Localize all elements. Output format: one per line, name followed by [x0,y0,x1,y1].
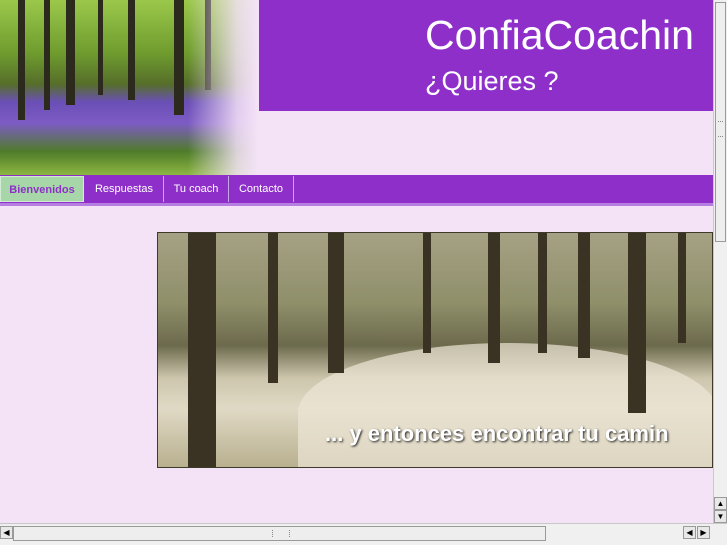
main-nav: Bienvenidos Respuestas Tu coach Contacto [0,175,713,206]
scroll-down-arrow-icon[interactable]: ▼ [714,510,727,523]
title-band: ConfiaCoachin ¿Quieres ? [259,0,713,111]
site-title: ConfiaCoachin [425,12,694,58]
header-forest-image [0,0,258,176]
banner-caption: ... y entonces encontrar tu camin [325,421,669,446]
horizontal-scroll-thumb[interactable] [13,526,546,541]
site-tagline: ¿Quieres ? [425,66,559,96]
scroll-up-arrow-icon[interactable]: ▲ [714,497,727,510]
scroll-left-arrow-icon[interactable]: ◀ [0,526,13,539]
horizontal-scrollbar[interactable]: ◀ ◀ ▶ [0,523,727,545]
scroll-right-arrow-icon[interactable]: ▶ [697,526,710,539]
vertical-scroll-thumb[interactable] [715,2,726,242]
nav-item-contacto[interactable]: Contacto [229,176,294,202]
scroll-left-arrow-secondary-icon[interactable]: ◀ [683,526,696,539]
banner-forest-path-image: ... y entonces encontrar tu camin [157,232,713,468]
vertical-scrollbar[interactable]: ▲ ▼ [713,0,727,523]
nav-item-tu-coach[interactable]: Tu coach [164,176,229,202]
page-viewport: ConfiaCoachin ¿Quieres ? Bienvenidos Res… [0,0,713,523]
nav-item-respuestas[interactable]: Respuestas [85,176,164,202]
nav-item-bienvenidos[interactable]: Bienvenidos [0,176,84,202]
